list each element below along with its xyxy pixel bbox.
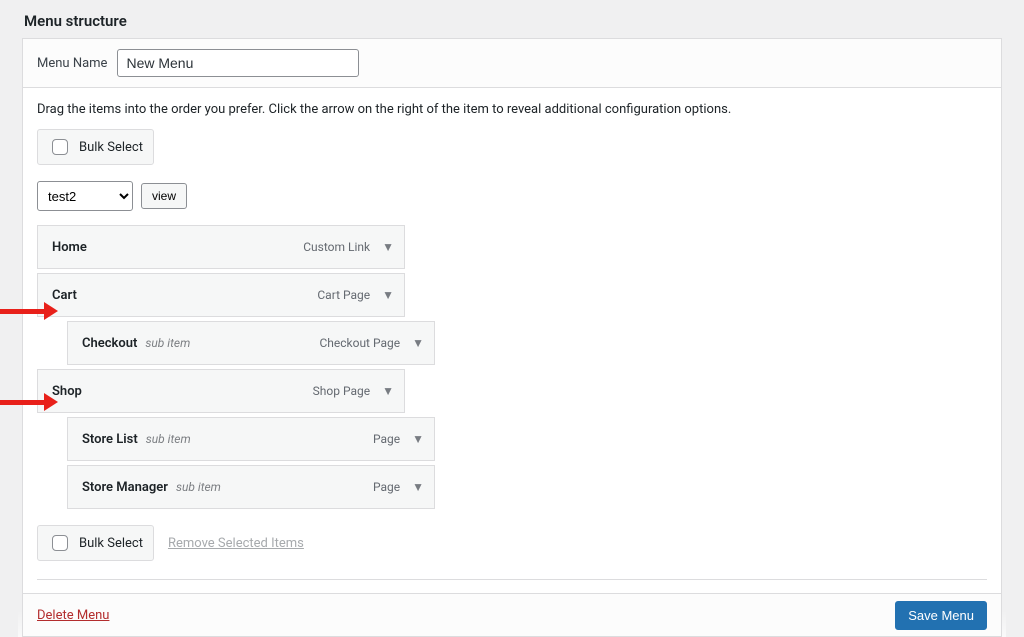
menu-item-home[interactable]: Home Custom Link ▼ [37, 225, 405, 269]
chevron-down-icon[interactable]: ▼ [412, 480, 424, 494]
bulk-select-top[interactable]: Bulk Select [37, 129, 154, 165]
bulk-select-bottom[interactable]: Bulk Select [37, 525, 154, 561]
panel-footer: Delete Menu Save Menu [22, 593, 1002, 637]
menu-item-title: Store List [82, 432, 138, 447]
menu-name-input[interactable] [117, 49, 359, 77]
menu-name-row: Menu Name [23, 39, 1001, 88]
menu-item-type: Cart Page [317, 288, 370, 302]
instructions-text: Drag the items into the order you prefer… [23, 88, 1001, 121]
bulk-select-top-label: Bulk Select [79, 140, 143, 155]
menu-item-shop[interactable]: Shop Shop Page ▼ [37, 369, 405, 413]
menu-item-checkout[interactable]: Checkout sub item Checkout Page ▼ [67, 321, 435, 365]
menu-item-title: Home [52, 240, 87, 255]
menu-item-storelist[interactable]: Store List sub item Page ▼ [67, 417, 435, 461]
chevron-down-icon[interactable]: ▼ [382, 384, 394, 398]
menu-name-label: Menu Name [37, 56, 107, 71]
delete-menu-link[interactable]: Delete Menu [37, 608, 109, 623]
menu-item-title: Checkout [82, 336, 137, 351]
menu-item-storemanager[interactable]: Store Manager sub item Page ▼ [67, 465, 435, 509]
sub-item-tag: sub item [146, 432, 191, 446]
chevron-down-icon[interactable]: ▼ [412, 432, 424, 446]
sub-item-tag: sub item [176, 480, 221, 494]
view-button[interactable]: view [141, 183, 187, 209]
menu-item-type: Checkout Page [319, 336, 400, 350]
menu-item-title: Shop [52, 384, 82, 399]
menu-items-list: Home Custom Link ▼ Cart Cart Page ▼ [37, 225, 987, 509]
menu-item-type: Page [373, 480, 400, 494]
chevron-down-icon[interactable]: ▼ [412, 336, 424, 350]
menu-select[interactable]: test2 [37, 181, 133, 211]
menu-item-type: Custom Link [303, 240, 370, 254]
page-title: Menu structure [0, 0, 1024, 38]
menu-panel: Menu Name Drag the items into the order … [22, 38, 1002, 637]
menu-item-title: Cart [52, 288, 77, 303]
menu-item-type: Page [373, 432, 400, 446]
save-menu-button[interactable]: Save Menu [895, 601, 987, 630]
menu-item-title: Store Manager [82, 480, 168, 495]
chevron-down-icon[interactable]: ▼ [382, 240, 394, 254]
sub-item-tag: sub item [145, 336, 190, 350]
chevron-down-icon[interactable]: ▼ [382, 288, 394, 302]
separator [37, 579, 987, 580]
remove-selected-link[interactable]: Remove Selected Items [168, 536, 304, 551]
bulk-select-bottom-label: Bulk Select [79, 536, 143, 551]
bulk-select-top-checkbox[interactable] [52, 139, 68, 155]
menu-item-type: Shop Page [313, 384, 370, 398]
bulk-select-bottom-checkbox[interactable] [52, 535, 68, 551]
menu-item-cart[interactable]: Cart Cart Page ▼ [37, 273, 405, 317]
